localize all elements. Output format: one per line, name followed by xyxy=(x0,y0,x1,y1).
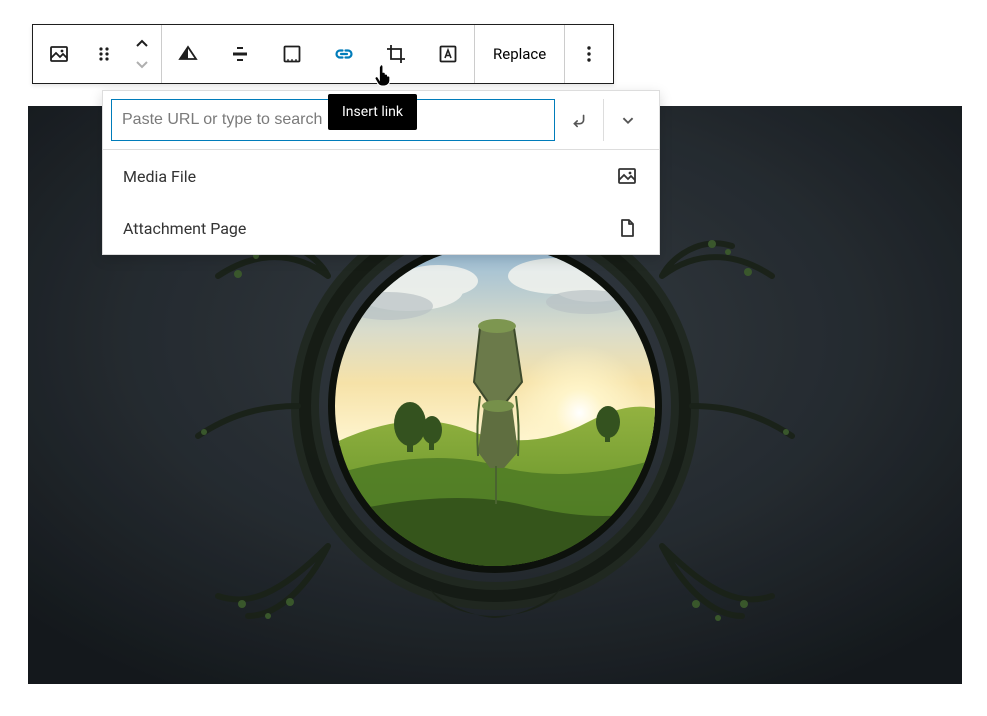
link-settings-button[interactable] xyxy=(603,99,651,141)
move-down-button[interactable] xyxy=(134,54,150,74)
chevron-down-icon xyxy=(617,109,639,131)
text-overlay-icon xyxy=(436,42,460,66)
replace-label: Replace xyxy=(493,45,546,63)
drag-icon xyxy=(92,42,116,66)
vertical-align-button[interactable] xyxy=(214,25,266,83)
move-up-button[interactable] xyxy=(134,34,150,54)
block-toolbar: Replace xyxy=(32,24,614,84)
insert-link-button[interactable] xyxy=(318,25,370,83)
more-options-button[interactable] xyxy=(565,25,613,83)
align-icon xyxy=(176,42,200,66)
chevron-up-icon xyxy=(134,36,150,52)
return-icon xyxy=(568,109,590,131)
link-option-attachment-page[interactable]: Attachment Page xyxy=(103,202,659,254)
align-button[interactable] xyxy=(162,25,214,83)
image-icon xyxy=(47,42,71,66)
text-overlay-button[interactable] xyxy=(422,25,474,83)
link-submit-button[interactable] xyxy=(555,99,603,141)
drag-handle[interactable] xyxy=(85,25,123,83)
replace-button[interactable]: Replace xyxy=(475,25,564,83)
cursor-hand-icon xyxy=(372,62,394,88)
image-icon xyxy=(615,164,639,188)
link-option-label: Attachment Page xyxy=(123,219,246,238)
chevron-down-icon xyxy=(134,56,150,72)
more-vertical-icon xyxy=(577,42,601,66)
link-option-label: Media File xyxy=(123,167,196,186)
duotone-button[interactable] xyxy=(266,25,318,83)
page-icon xyxy=(615,216,639,240)
link-option-media-file[interactable]: Media File xyxy=(103,150,659,202)
block-type-button[interactable] xyxy=(33,25,85,83)
move-controls xyxy=(123,34,161,74)
link-icon xyxy=(332,42,356,66)
tooltip-text: Insert link xyxy=(342,104,403,120)
vertical-align-icon xyxy=(228,42,252,66)
duotone-icon xyxy=(280,42,304,66)
tooltip: Insert link xyxy=(328,94,417,130)
